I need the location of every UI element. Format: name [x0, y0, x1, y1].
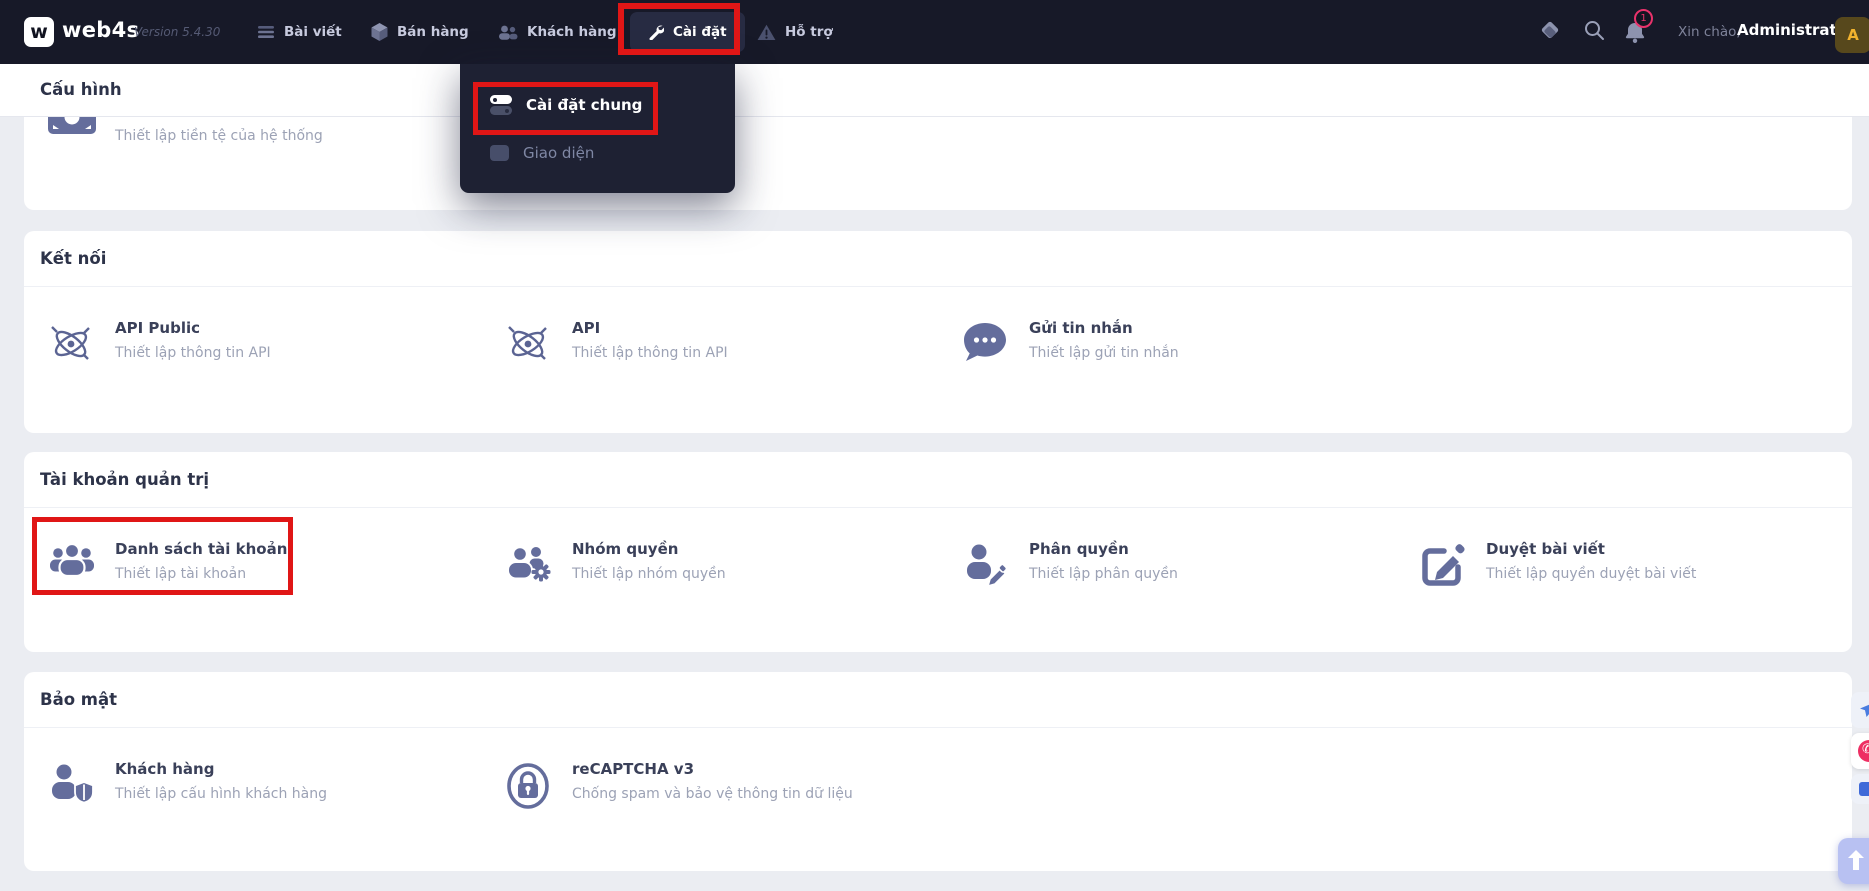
tile-subtitle: Thiết lập cấu hình khách hàng [115, 786, 328, 802]
menu-item-label: Cài đặt chung [526, 96, 643, 114]
tile-approve-articles[interactable]: Duyệt bài viết Thiết lập quyền duyệt bài… [1395, 540, 1852, 600]
tile-subtitle: Chống spam và bảo vệ thông tin dữ liệu [572, 786, 853, 802]
tile-title: Khách hàng [115, 760, 215, 778]
greeting-text: Xin chào, [1678, 24, 1741, 40]
tile-title: Duyệt bài viết [1486, 540, 1605, 558]
tile-subtitle[interactable]: Thiết lập tiền tệ của hệ thống [115, 128, 323, 144]
card-security: Bảo mật Khách hàng Thiết lập cấu hình kh… [24, 672, 1852, 871]
layers-icon[interactable] [1540, 20, 1560, 44]
card-header: Kết nối [24, 231, 1852, 287]
money-icon[interactable] [48, 117, 96, 138]
tile-api[interactable]: API Thiết lập thông tin API [481, 319, 938, 379]
card-connections: Kết nối API Public Thiết lập thông tin A… [24, 231, 1852, 433]
nav-item-label: Khách hàng [527, 24, 617, 40]
card-header: Bảo mật [24, 672, 1852, 728]
user-shield-icon [48, 762, 96, 810]
tile-subtitle: Thiết lập nhóm quyền [572, 566, 726, 582]
nav-item-customers[interactable]: Khách hàng [498, 0, 617, 64]
user-pencil-icon [962, 542, 1010, 590]
section-title: Tài khoản quản trị [40, 470, 210, 489]
arrow-up-icon [1848, 850, 1864, 870]
tile-subtitle: Thiết lập gửi tin nhắn [1029, 345, 1179, 361]
settings-dropdown-menu: Cài đặt chung Giao diện [460, 64, 735, 193]
cube-icon [371, 23, 388, 41]
tile-title: Phân quyền [1029, 540, 1129, 558]
version-label: Version 5.4.30 [134, 25, 221, 39]
tile-send-message[interactable]: Gửi tin nhắn Thiết lập gửi tin nhắn [938, 319, 1395, 379]
card-header: Tài khoản quản trị [24, 452, 1852, 508]
search-icon[interactable] [1584, 20, 1605, 45]
tile-subtitle: Thiết lập thông tin API [115, 345, 271, 361]
tile-subtitle: Thiết lập thông tin API [572, 345, 728, 361]
tile-assign-permissions[interactable]: Phân quyền Thiết lập phân quyền [938, 540, 1395, 600]
nav-item-label: Bài viết [284, 24, 342, 40]
web4s-logo-icon[interactable]: w [24, 17, 54, 47]
warning-triangle-icon [757, 24, 776, 40]
phone-icon [1858, 740, 1869, 762]
nav-item-settings[interactable]: Cài đặt [630, 12, 745, 52]
tile-title: Danh sách tài khoản [115, 540, 288, 558]
menu-item-label: Giao diện [523, 144, 595, 162]
paper-plane-icon [1860, 704, 1869, 717]
atom-icon [48, 321, 96, 369]
people-icon [499, 25, 518, 40]
section-band-config: Cấu hình [0, 64, 1869, 117]
card-admin-accounts: Tài khoản quản trị Danh sách tài khoản T… [24, 452, 1852, 652]
zalo-button[interactable] [1851, 774, 1869, 804]
toggles-icon [490, 95, 512, 115]
tile-title: API Public [115, 319, 200, 337]
user-avatar[interactable]: A [1835, 17, 1869, 53]
section-title: Bảo mật [40, 690, 118, 709]
atom-icon [505, 321, 553, 369]
nav-item-label: Bán hàng [397, 24, 469, 40]
tile-permission-groups[interactable]: Nhóm quyền Thiết lập nhóm quyền [481, 540, 938, 600]
menu-item-interface[interactable]: Giao diện [490, 142, 594, 164]
users-group-icon [48, 542, 96, 590]
card-config: Thiết lập tiền tệ của hệ thống [24, 117, 1852, 210]
section-title: Cấu hình [40, 80, 122, 99]
lock-circle-icon [505, 762, 553, 810]
nav-item-label: Hỗ trợ [785, 24, 833, 40]
users-gear-icon [505, 542, 553, 590]
tile-subtitle: Thiết lập quyền duyệt bài viết [1486, 566, 1697, 582]
nav-item-articles[interactable]: Bài viết [258, 0, 342, 64]
hotline-button[interactable] [1851, 733, 1869, 769]
top-navbar: w web4s Version 5.4.30 Bài viết Bán hàng… [0, 0, 1869, 64]
nav-item-label: Cài đặt [673, 24, 727, 40]
section-title: Kết nối [40, 249, 107, 268]
settings-overview-page: w web4s Version 5.4.30 Bài viết Bán hàng… [0, 0, 1869, 891]
tile-title: Gửi tin nhắn [1029, 319, 1133, 337]
list-icon [258, 26, 274, 38]
menu-item-general-settings[interactable]: Cài đặt chung [490, 94, 642, 116]
scroll-to-top-button[interactable] [1838, 838, 1869, 884]
tile-api-public[interactable]: API Public Thiết lập thông tin API [24, 319, 481, 379]
tile-customer-security[interactable]: Khách hàng Thiết lập cấu hình khách hàng [24, 760, 481, 820]
tile-title: Nhóm quyền [572, 540, 679, 558]
nav-item-sales[interactable]: Bán hàng [371, 0, 469, 64]
tile-account-list[interactable]: Danh sách tài khoản Thiết lập tài khoản [24, 540, 481, 600]
tile-subtitle: Thiết lập phân quyền [1029, 566, 1178, 582]
zalo-icon [1859, 782, 1869, 796]
tile-title: API [572, 319, 601, 337]
logo-text[interactable]: web4s [62, 18, 139, 42]
notification-count-badge: 1 [1634, 9, 1653, 28]
tile-subtitle: Thiết lập tài khoản [115, 566, 247, 582]
wrench-icon [649, 25, 664, 40]
nav-item-support[interactable]: Hỗ trợ [757, 0, 833, 64]
tile-recaptcha[interactable]: reCAPTCHA v3 Chống spam và bảo vệ thông … [481, 760, 938, 820]
tile-title: reCAPTCHA v3 [572, 760, 695, 778]
interface-icon [490, 145, 509, 161]
chat-icon [962, 321, 1010, 369]
telegram-share-button[interactable] [1851, 692, 1869, 728]
edit-square-icon [1419, 542, 1467, 590]
